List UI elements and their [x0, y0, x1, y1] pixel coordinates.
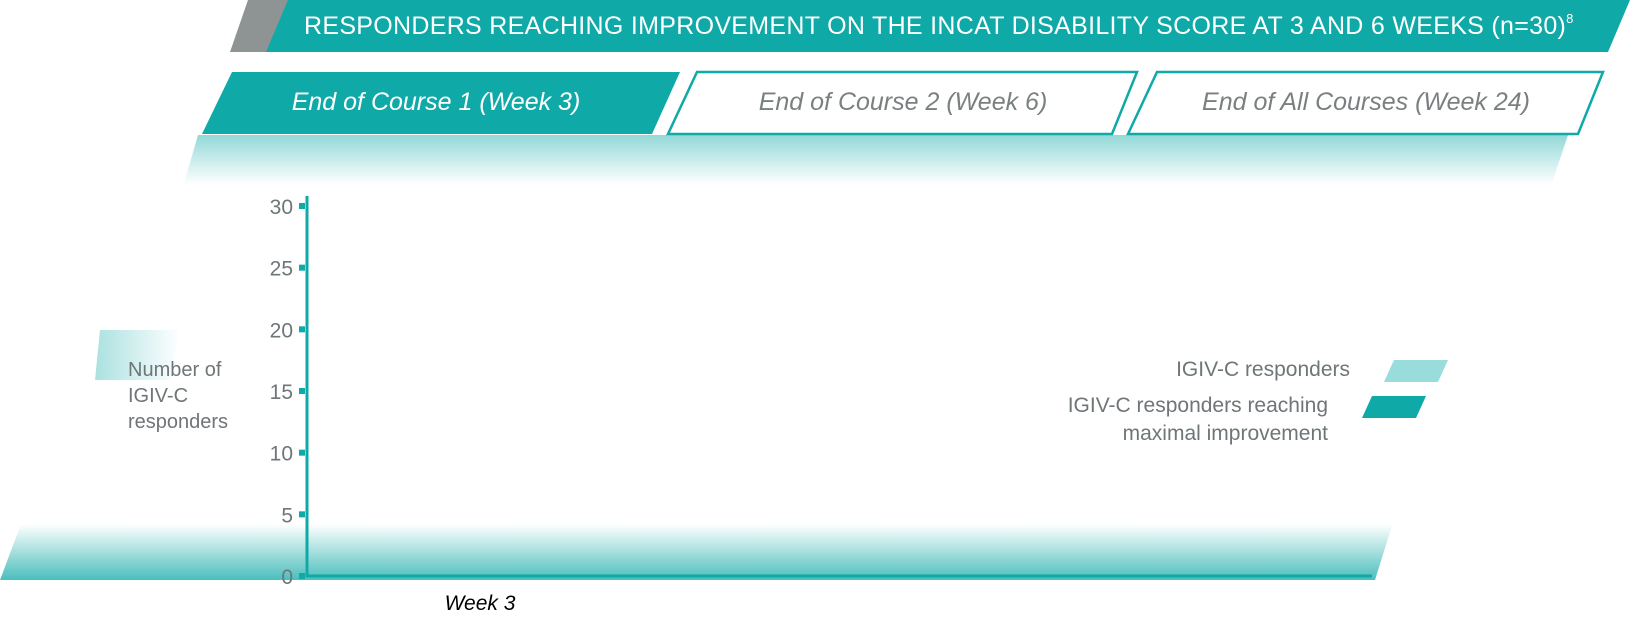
legend-swatch-responders: [1384, 360, 1448, 382]
y-tick-label: 0: [281, 566, 293, 589]
y-tick-mark: [299, 511, 305, 518]
legend-label-maximal: IGIV-C responders reaching maximal impro…: [1068, 392, 1328, 448]
y-tick-mark: [299, 449, 305, 456]
y-tick-label: 10: [270, 443, 293, 466]
y-tick-mark: [299, 326, 305, 333]
y-tick-mark: [299, 203, 305, 209]
y-tick-label: 15: [270, 381, 293, 404]
legend: IGIV-C responders IGIV-C responders reac…: [1000, 356, 1520, 466]
chart-plot: 0 5 10 15 20 25 30 Week 3: [270, 196, 1372, 615]
legend-label-line: IGIV-C responders reaching: [1067, 394, 1328, 417]
y-tick-mark: [299, 264, 305, 271]
y-tick-label: 5: [281, 504, 293, 527]
legend-label-line: maximal improvement: [1122, 422, 1328, 445]
y-tick-label: 25: [270, 258, 293, 281]
legend-label-responders: IGIV-C responders: [1176, 358, 1350, 381]
legend-swatch-maximal: [1362, 396, 1426, 418]
y-tick-label: 30: [270, 196, 293, 219]
x-category-label: Week 3: [445, 592, 516, 615]
y-tick-mark: [299, 388, 305, 394]
y-tick-mark: [299, 573, 305, 579]
y-tick-label: 20: [270, 319, 293, 342]
